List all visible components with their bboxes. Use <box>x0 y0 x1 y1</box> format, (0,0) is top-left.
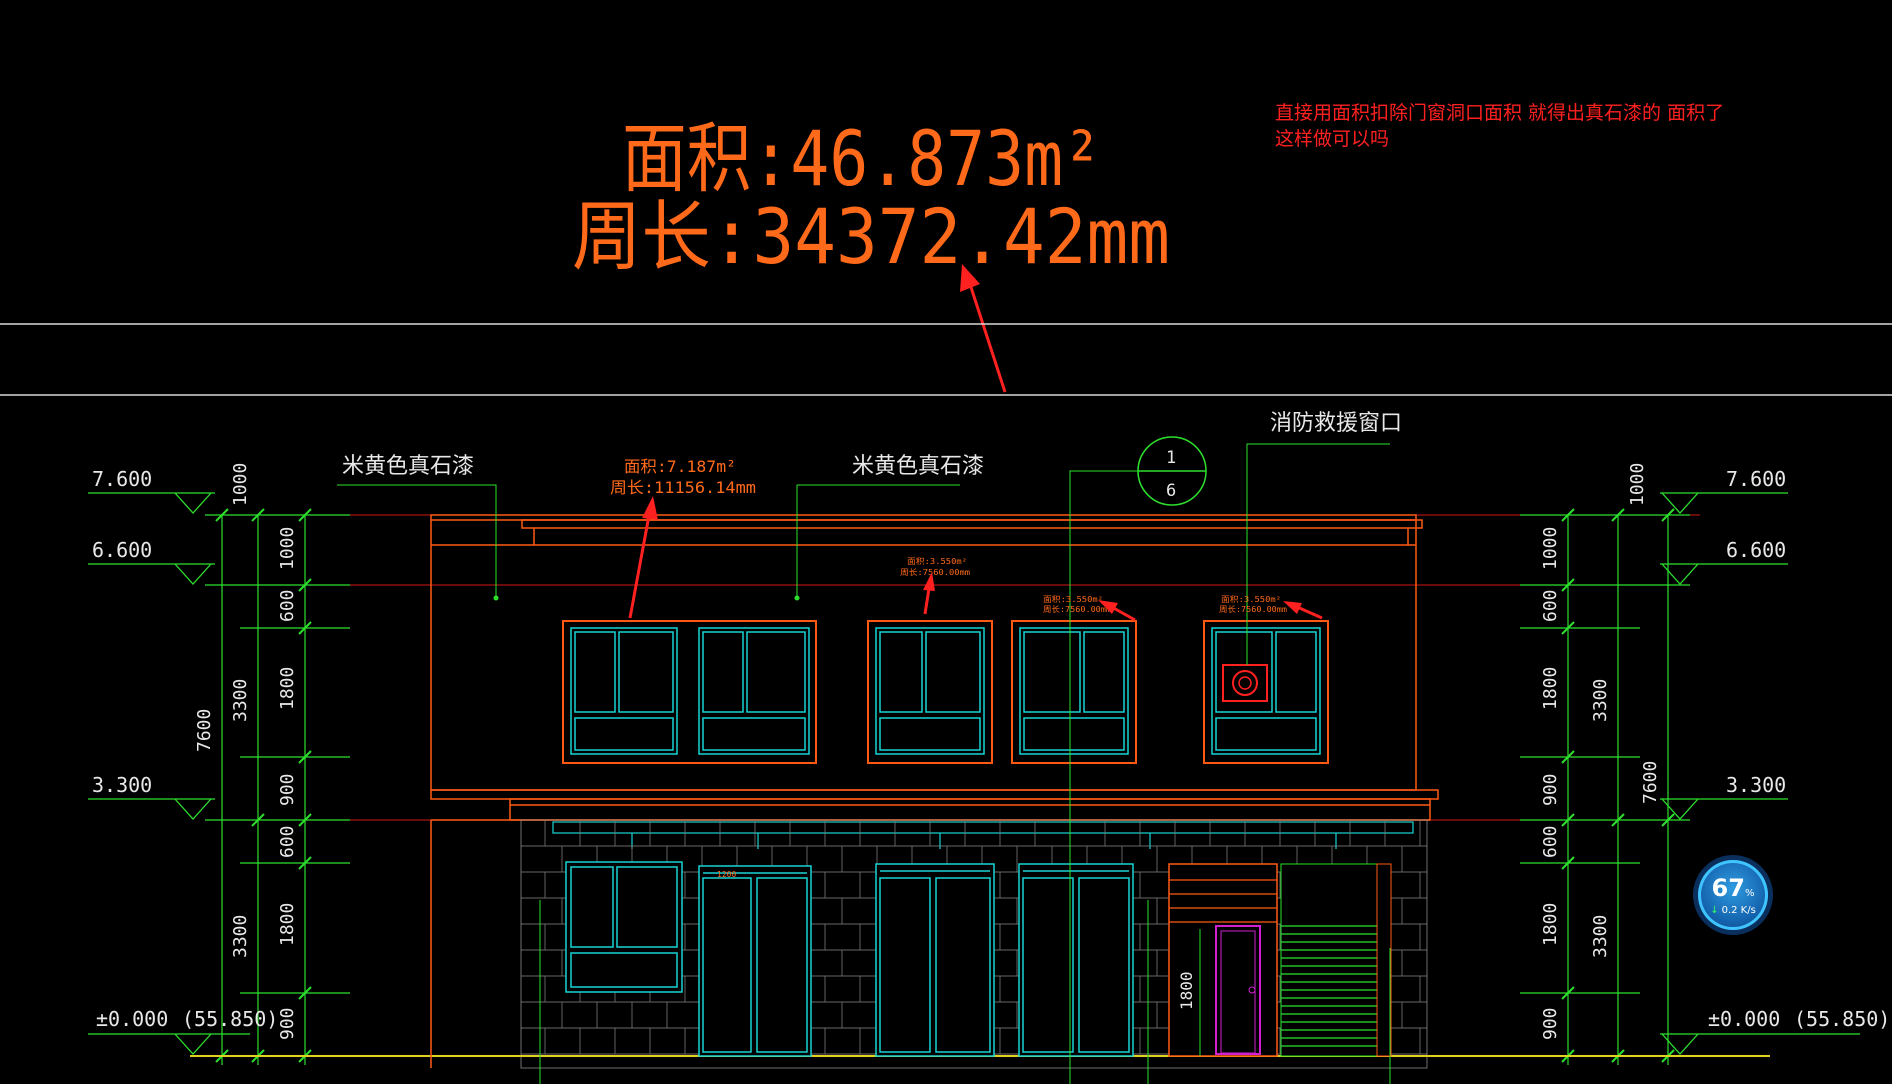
tiny-perimeter-1: 周长:7560.00mm <box>1043 604 1111 614</box>
dim-seg-4-left: 600 <box>277 825 298 858</box>
dim-seg-0-left: 1000 <box>277 527 298 570</box>
dim-seg-3-right: 900 <box>1540 773 1561 806</box>
dim-seg-5-right: 1800 <box>1540 903 1561 946</box>
section-callout: 1 6 <box>1137 436 1207 506</box>
section-callout-bottom: 6 <box>1166 481 1176 501</box>
section-callout-top: 1 <box>1166 448 1176 468</box>
dim-outer-right: 7600 <box>1640 761 1661 804</box>
left-elev-3300: 3.300 <box>92 773 152 797</box>
network-percent-unit: % <box>1744 888 1755 899</box>
network-percent-value: 67 <box>1711 874 1745 902</box>
network-percent: 67% <box>1698 874 1768 902</box>
paint-label-right: 米黄色真石漆 <box>852 454 984 479</box>
door-height-dim: 1800 <box>1177 971 1196 1010</box>
left-elev-0000: ±0.000 <box>96 1007 168 1031</box>
right-elev-abs: (55.850) <box>1794 1007 1890 1031</box>
tiny-area-2: 面积:3.550m² <box>1221 594 1281 604</box>
right-elev-3300: 3.300 <box>1726 773 1786 797</box>
dim-seg-6-right: 900 <box>1540 1007 1561 1040</box>
ground-window-left <box>565 861 683 993</box>
dim-seg-6-left: 900 <box>277 1007 298 1040</box>
dim-seg-5-left: 1800 <box>277 903 298 946</box>
network-speed-widget[interactable]: 67% ↓ 0.2 K/s <box>1698 860 1768 930</box>
tiny-perimeter-0: 周长:7560.00mm <box>900 567 970 577</box>
network-speed-value: 0.2 K/s <box>1721 905 1756 916</box>
left-elev-abs: (55.850) <box>182 1007 278 1031</box>
cad-drawing-canvas[interactable]: 面积:46.873m² 周长:34372.42mm 7.600 6.600 3.… <box>0 0 1892 1084</box>
right-elev-6600: 6.600 <box>1726 538 1786 562</box>
paint-label-left: 米黄色真石漆 <box>342 454 474 479</box>
dim-parapet-left: 1000 <box>230 463 251 506</box>
main-area-text: 面积:46.873m² <box>622 114 1102 203</box>
ground-door-3 <box>1018 863 1134 1057</box>
annotation-note-line2: 这样做可以吗 <box>1275 128 1390 150</box>
ground-door-2 <box>875 863 995 1057</box>
download-arrow-icon: ↓ <box>1710 905 1719 916</box>
annotation-note: 直接用面积扣除门窗洞口面积 就得出真石漆的 面积了 这样做可以吗 <box>1275 100 1724 152</box>
main-measurement-readout: 面积:46.873m² 周长:34372.42mm <box>572 114 1170 281</box>
small-area-text: 面积:7.187m² <box>624 457 736 476</box>
fire-window-label: 消防救援窗口 <box>1270 411 1402 436</box>
dim-floor-lower-right: 3300 <box>1590 915 1611 958</box>
side-entrance: 1800 <box>1168 863 1278 1057</box>
dim-parapet-right: 1000 <box>1627 463 1648 506</box>
dim-seg-2-left: 1800 <box>277 667 298 710</box>
tiny-perimeter-2: 周长:7560.00mm <box>1219 604 1287 614</box>
dim-seg-1-right: 600 <box>1540 589 1561 622</box>
left-elev-7600: 7.600 <box>92 467 152 491</box>
dim-outer-left: 7600 <box>194 709 215 752</box>
annotation-note-line1: 直接用面积扣除门窗洞口面积 就得出真石漆的 面积了 <box>1275 102 1725 124</box>
dim-seg-1-left: 600 <box>277 589 298 622</box>
dim-seg-4-right: 600 <box>1540 825 1561 858</box>
tiny-area-1: 面积:3.550m² <box>1043 594 1103 604</box>
door-tag-1: 1200 <box>717 870 736 879</box>
small-perimeter-text: 周长:11156.14mm <box>610 478 756 497</box>
dim-seg-2-right: 1800 <box>1540 667 1561 710</box>
right-elev-0000: ±0.000 <box>1708 1007 1780 1031</box>
dim-seg-0-right: 1000 <box>1540 527 1561 570</box>
left-elev-6600: 6.600 <box>92 538 152 562</box>
ground-door-1 <box>698 865 812 1057</box>
dim-floor-upper-left: 3300 <box>230 679 251 722</box>
main-perimeter-text: 周长:34372.42mm <box>572 192 1170 281</box>
dim-floor-lower-left: 3300 <box>230 915 251 958</box>
tiny-area-0: 面积:3.550m² <box>907 556 967 566</box>
dim-seg-3-left: 900 <box>277 773 298 806</box>
right-elev-7600: 7.600 <box>1726 467 1786 491</box>
network-speed: ↓ 0.2 K/s <box>1698 905 1768 916</box>
garage-shutter <box>1280 863 1392 1057</box>
dim-floor-upper-right: 3300 <box>1590 679 1611 722</box>
